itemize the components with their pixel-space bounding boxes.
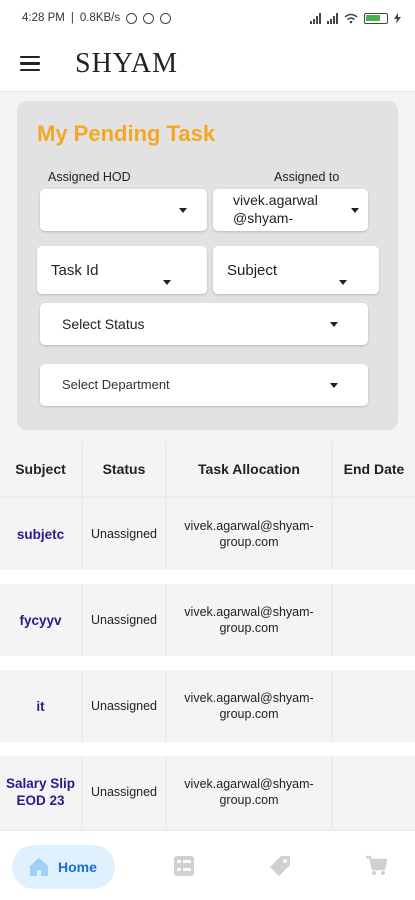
subject-input[interactable]: Subject: [213, 246, 379, 294]
assigned-hod-label: Assigned HOD: [48, 170, 131, 184]
assigned-to-value: vivek.agarwal @shyam-: [233, 192, 318, 226]
row-subject[interactable]: Salary Slip EOD 23: [6, 775, 75, 809]
status-bar: 4:28 PM | 0.8KB/s: [0, 0, 415, 36]
row-divider: [0, 570, 415, 584]
row-subject[interactable]: it: [36, 698, 44, 715]
header-task-allocation: Task Allocation: [167, 441, 333, 498]
menu-icon[interactable]: [0, 36, 60, 92]
nav-home[interactable]: Home: [12, 845, 115, 889]
table-row[interactable]: subjetc Unassigned vivek.agarwal@shyam-g…: [0, 498, 415, 570]
row-allocation: vivek.agarwal@shyam-group.com: [184, 605, 314, 635]
brand-logo: SHYAM: [75, 47, 179, 79]
charging-icon: [394, 12, 401, 24]
chevron-down-icon: [330, 322, 338, 327]
chevron-down-icon: [163, 280, 171, 285]
home-icon: [30, 858, 48, 876]
task-id-input[interactable]: Task Id: [37, 246, 207, 294]
assigned-to-dropdown[interactable]: vivek.agarwal @shyam-: [213, 189, 368, 231]
row-status: Unassigned: [90, 527, 157, 541]
assigned-hod-dropdown[interactable]: [40, 189, 207, 231]
page-title: My Pending Task: [37, 121, 216, 146]
table-header: Subject Status Task Allocation End Date: [0, 441, 415, 498]
chevron-down-icon: [351, 208, 359, 213]
department-dropdown[interactable]: Select Department: [40, 364, 368, 406]
sync-icon: [126, 12, 138, 24]
row-status: Unassigned: [90, 699, 157, 713]
nav-home-label: Home: [58, 859, 97, 875]
row-divider: [0, 656, 415, 670]
filter-card: My Pending Task Assigned HOD Assigned to…: [17, 101, 398, 430]
row-subject[interactable]: fycyyv: [19, 612, 61, 629]
table-row[interactable]: Salary Slip EOD 23 Unassigned vivek.agarw…: [0, 756, 415, 828]
notification-icon-2: [160, 12, 172, 24]
row-subject[interactable]: subjetc: [17, 526, 64, 543]
chevron-down-icon: [339, 280, 347, 285]
notification-icon: [143, 12, 155, 24]
signal-icon: [310, 12, 321, 24]
row-status: Unassigned: [90, 785, 157, 799]
signal-icon-2: [327, 12, 338, 24]
tag-icon[interactable]: [269, 855, 291, 877]
row-allocation: vivek.agarwal@shyam-group.com: [184, 691, 314, 721]
row-allocation: vivek.agarwal@shyam-group.com: [184, 519, 314, 549]
header-status: Status: [83, 441, 167, 498]
chevron-down-icon: [330, 383, 338, 388]
status-dropdown[interactable]: Select Status: [40, 303, 368, 345]
row-divider: [0, 742, 415, 756]
bottom-nav: Home: [0, 830, 415, 900]
clock: 4:28 PM: [22, 12, 65, 24]
tasks-icon[interactable]: [173, 855, 195, 877]
battery-icon: [364, 12, 388, 24]
row-status: Unassigned: [90, 613, 157, 627]
header-subject: Subject: [0, 441, 83, 498]
chevron-down-icon: [179, 208, 187, 213]
wifi-icon: [344, 13, 358, 23]
header-end-date: End Date: [333, 441, 415, 498]
row-allocation: vivek.agarwal@shyam-group.com: [184, 777, 314, 807]
assigned-to-label: Assigned to: [274, 170, 340, 184]
table-row[interactable]: fycyyv Unassigned vivek.agarwal@shyam-gr…: [0, 584, 415, 656]
cart-icon[interactable]: [365, 855, 387, 877]
network-speed: 0.8KB/s: [79, 12, 121, 24]
table-row[interactable]: it Unassigned vivek.agarwal@shyam-group.…: [0, 670, 415, 742]
app-bar: SHYAM: [0, 36, 415, 92]
